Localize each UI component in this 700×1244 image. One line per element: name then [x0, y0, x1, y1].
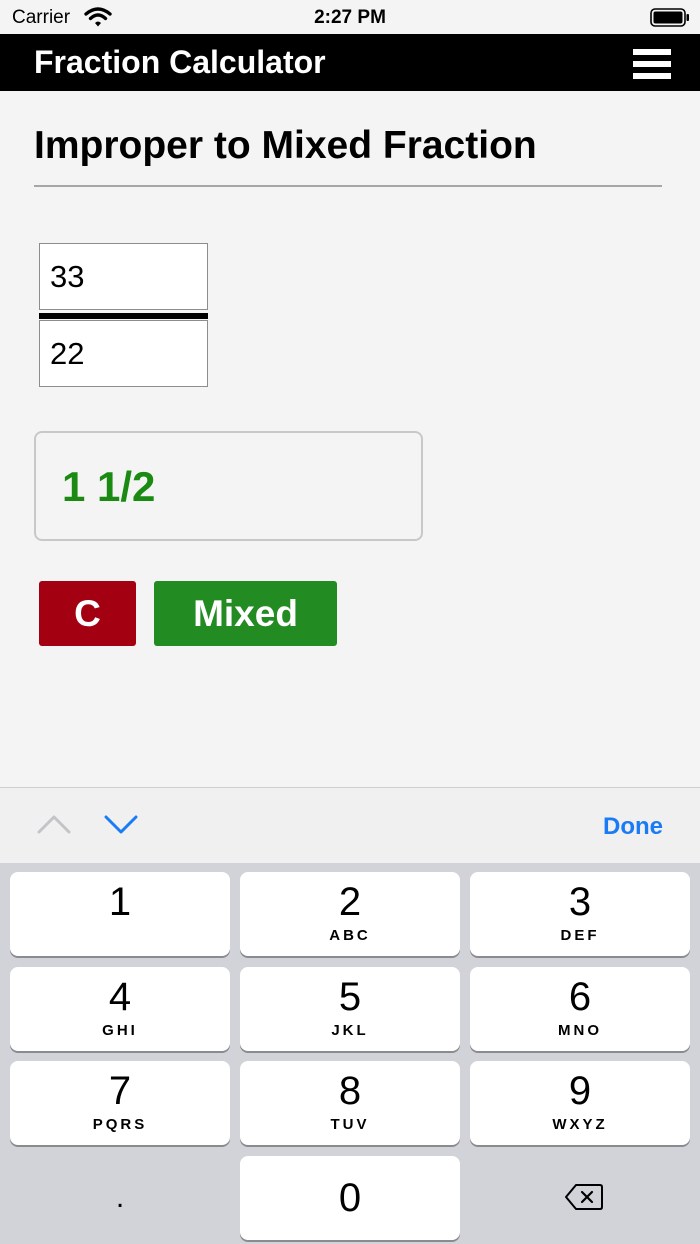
- key-2[interactable]: 2 ABC: [240, 872, 460, 956]
- key-4[interactable]: 4 GHI: [10, 967, 230, 1051]
- key-dot-label: .: [115, 1181, 125, 1214]
- key-7[interactable]: 7 PQRS: [10, 1061, 230, 1145]
- key-digit: 2: [338, 880, 362, 924]
- key-digit: 4: [108, 975, 132, 1019]
- hamburger-menu-icon[interactable]: [633, 49, 671, 79]
- key-letters: WXYZ: [552, 1116, 608, 1133]
- key-digit: 0: [338, 1176, 362, 1220]
- nav-bar: Fraction Calculator: [0, 34, 700, 91]
- status-time: 2:27 PM: [314, 7, 386, 28]
- key-dot[interactable]: .: [10, 1156, 230, 1240]
- key-backspace[interactable]: [470, 1156, 690, 1240]
- key-letters: ABC: [329, 927, 371, 944]
- key-8[interactable]: 8 TUV: [240, 1061, 460, 1145]
- numerator-input[interactable]: [39, 243, 208, 310]
- denominator-input[interactable]: [39, 320, 208, 387]
- key-digit: 6: [568, 975, 592, 1019]
- mixed-button[interactable]: Mixed: [154, 581, 337, 646]
- key-digit: 3: [568, 880, 592, 924]
- key-9[interactable]: 9 WXYZ: [470, 1061, 690, 1145]
- key-letters: MNO: [558, 1022, 602, 1039]
- battery-icon: [650, 8, 689, 27]
- key-1[interactable]: 1: [10, 872, 230, 956]
- key-3[interactable]: 3 DEF: [470, 872, 690, 956]
- title-divider: [34, 185, 662, 187]
- key-letters: DEF: [560, 927, 600, 944]
- keyboard-toolbar: Done: [0, 787, 700, 863]
- chevron-down-icon[interactable]: [104, 812, 138, 836]
- fraction-bar: [39, 313, 208, 319]
- key-letters: TUV: [330, 1116, 370, 1133]
- number-keypad: 1 2 ABC 3 DEF 4 GHI 5 JKL 6 MNO 7 PQRS 8…: [0, 863, 700, 1244]
- key-letters: PQRS: [92, 1116, 148, 1133]
- result-value: 1 1/2: [62, 463, 156, 510]
- done-button[interactable]: Done: [603, 813, 663, 841]
- key-digit: 8: [338, 1069, 362, 1113]
- key-digit: 9: [568, 1069, 592, 1113]
- result-box: 1 1/2: [34, 431, 423, 541]
- key-5[interactable]: 5 JKL: [240, 967, 460, 1051]
- key-0[interactable]: 0: [240, 1156, 460, 1240]
- key-letters: GHI: [102, 1022, 138, 1039]
- clear-button[interactable]: C: [39, 581, 136, 646]
- key-digit: 5: [338, 975, 362, 1019]
- status-bar: Carrier 2:27 PM: [0, 0, 700, 34]
- app-title: Fraction Calculator: [34, 44, 326, 80]
- page-title: Improper to Mixed Fraction: [34, 124, 537, 167]
- key-digit: 7: [108, 1069, 132, 1113]
- key-digit: 1: [108, 880, 132, 924]
- key-letters: JKL: [331, 1022, 369, 1039]
- backspace-icon: [565, 1184, 603, 1210]
- key-6[interactable]: 6 MNO: [470, 967, 690, 1051]
- chevron-up-icon[interactable]: [37, 812, 71, 836]
